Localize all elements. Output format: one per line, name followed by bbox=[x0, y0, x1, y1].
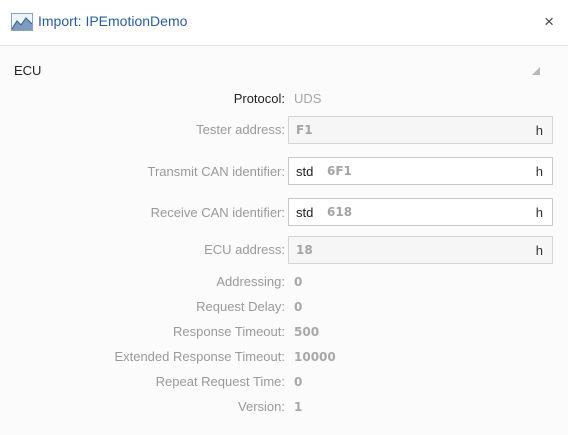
repeat-request-time-label: Repeat Request Time: bbox=[155, 374, 285, 389]
ecu-address-unit: h bbox=[535, 243, 543, 258]
import-chart-icon bbox=[11, 13, 33, 31]
tester-address-field: F1 h bbox=[288, 116, 553, 144]
transmit-can-id-field[interactable]: std 6F1 h bbox=[288, 157, 553, 185]
addressing-label: Addressing: bbox=[216, 274, 285, 289]
response-timeout-label: Response Timeout: bbox=[172, 324, 285, 339]
window-title: Import: IPEmotionDemo bbox=[38, 13, 188, 29]
title-bar: Import: IPEmotionDemo × bbox=[0, 0, 568, 46]
close-icon[interactable]: × bbox=[544, 12, 554, 32]
section-header-ecu[interactable]: ECU bbox=[0, 55, 568, 83]
receive-can-id-prefix: std bbox=[296, 205, 314, 220]
addressing-value: 0 bbox=[294, 275, 303, 289]
tester-address-value: F1 bbox=[296, 123, 313, 137]
transmit-can-id-value: 6F1 bbox=[327, 164, 352, 178]
receive-can-id-unit: h bbox=[535, 205, 543, 220]
request-delay-label: Request Delay: bbox=[196, 299, 285, 314]
protocol-label: Protocol: bbox=[233, 91, 285, 106]
receive-can-id-field[interactable]: std 618 h bbox=[288, 198, 553, 226]
transmit-can-id-prefix: std bbox=[296, 164, 314, 179]
repeat-request-time-value: 0 bbox=[294, 375, 303, 389]
version-label: Version: bbox=[238, 399, 285, 414]
ecu-address-field: 18 h bbox=[288, 236, 553, 264]
ecu-address-label: ECU address: bbox=[204, 242, 285, 257]
request-delay-value: 0 bbox=[294, 300, 303, 314]
tester-address-unit: h bbox=[535, 123, 543, 138]
tester-address-label: Tester address: bbox=[196, 122, 285, 137]
extended-response-timeout-value: 10000 bbox=[294, 350, 336, 364]
transmit-can-id-unit: h bbox=[535, 164, 543, 179]
response-timeout-value: 500 bbox=[294, 325, 320, 339]
collapse-triangle-icon[interactable] bbox=[532, 67, 540, 75]
receive-can-id-label: Receive CAN identifier: bbox=[150, 205, 285, 220]
protocol-value: UDS bbox=[294, 91, 322, 106]
section-title: ECU bbox=[14, 63, 42, 78]
ecu-address-value: 18 bbox=[296, 243, 313, 257]
transmit-can-id-label: Transmit CAN identifier: bbox=[147, 164, 286, 179]
version-value: 1 bbox=[294, 400, 303, 414]
import-panel: Import: IPEmotionDemo × ECU Protocol: UD… bbox=[0, 0, 568, 435]
extended-response-timeout-label: Extended Response Timeout: bbox=[114, 349, 285, 364]
receive-can-id-value: 618 bbox=[327, 205, 353, 219]
